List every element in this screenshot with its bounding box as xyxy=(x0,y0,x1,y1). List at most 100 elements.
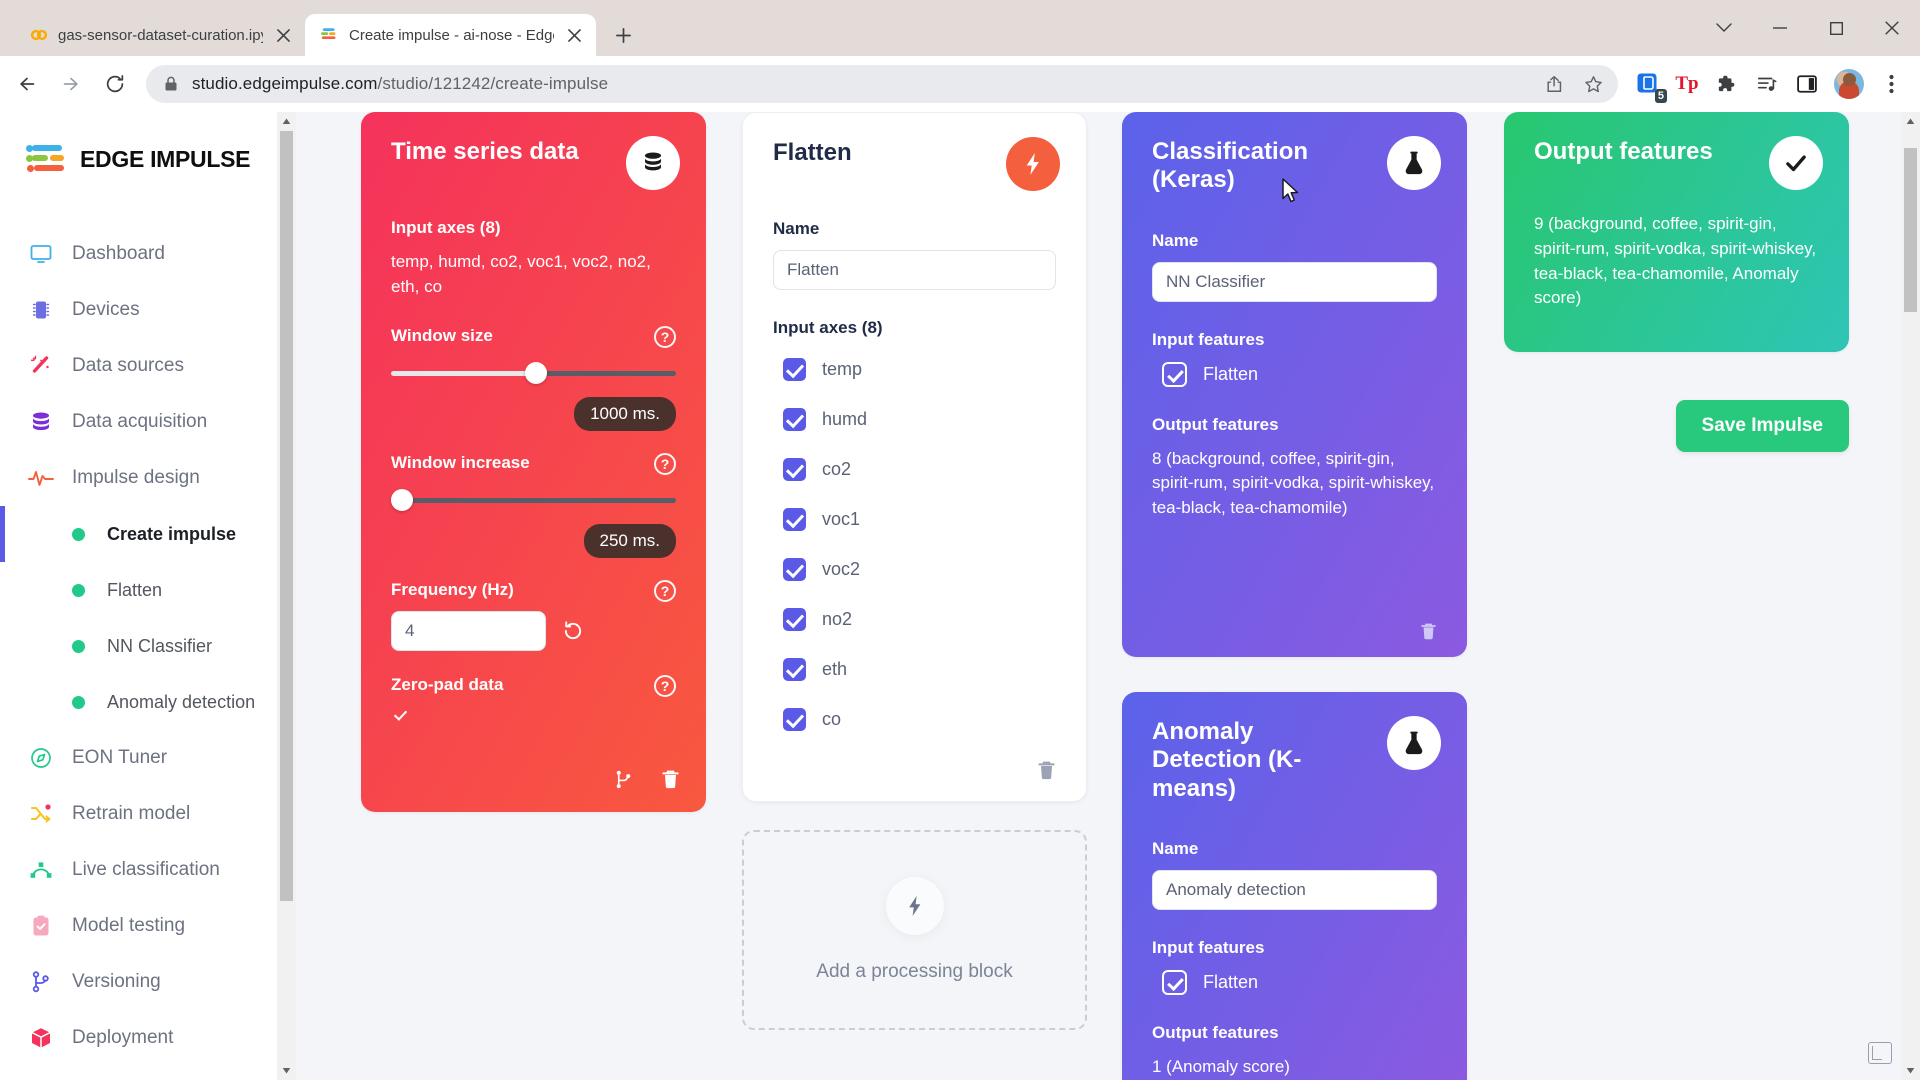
bookmark-star-icon[interactable] xyxy=(1574,65,1612,103)
scroll-down-icon[interactable] xyxy=(277,1061,296,1080)
save-impulse-button[interactable]: Save Impulse xyxy=(1676,400,1849,452)
reload-icon[interactable] xyxy=(94,63,136,105)
page-scrollbar-thumb[interactable] xyxy=(1904,148,1917,312)
frequency-input[interactable] xyxy=(391,611,546,651)
axis-checkbox[interactable] xyxy=(783,608,806,631)
browser-tab-2[interactable]: Create impulse - ai-nose - Edge I xyxy=(305,14,596,56)
browser-tab-1[interactable]: gas-sensor-dataset-curation.ipyn xyxy=(14,14,305,56)
back-icon[interactable] xyxy=(6,63,48,105)
sidebar-subitem-label: Anomaly detection xyxy=(107,692,255,713)
notebook-extension-icon[interactable]: 5 xyxy=(1628,65,1666,103)
chrome-menu-icon[interactable] xyxy=(1872,65,1910,103)
slider-knob[interactable] xyxy=(525,362,547,384)
profile-avatar[interactable] xyxy=(1834,69,1864,99)
sidebar-scrollbar-thumb[interactable] xyxy=(280,131,293,901)
sidebar-item-label: Versioning xyxy=(72,971,161,993)
classification-learn-block[interactable]: Classification (Keras) Name Input featur… xyxy=(1122,112,1467,657)
window-size-value: 1000 ms. xyxy=(574,397,676,431)
trash-icon[interactable] xyxy=(1420,622,1437,641)
axis-checkbox-row[interactable]: humd xyxy=(783,394,1056,444)
sidebar-item-devices[interactable]: Devices xyxy=(0,282,296,338)
axis-checkbox[interactable] xyxy=(783,708,806,731)
sidebar-item-data-sources[interactable]: Data sources xyxy=(0,338,296,394)
shuffle-icon xyxy=(28,802,54,826)
tp-extension-icon[interactable]: Tp xyxy=(1668,65,1706,103)
close-icon[interactable] xyxy=(273,25,293,45)
classification-name-input[interactable] xyxy=(1152,262,1437,302)
minimize-icon[interactable] xyxy=(1752,6,1808,50)
sidebar-scrollbar[interactable] xyxy=(277,112,296,1080)
axis-checkbox-row[interactable]: co2 xyxy=(783,444,1056,494)
output-features-label: Output features xyxy=(1152,1023,1437,1043)
sidebar-item-live-classification[interactable]: Live classification xyxy=(0,842,296,898)
trash-icon[interactable] xyxy=(661,769,680,790)
axis-checkbox[interactable] xyxy=(783,658,806,681)
question-mark-icon[interactable]: ? xyxy=(654,580,676,602)
axis-checkbox-row[interactable]: no2 xyxy=(783,594,1056,644)
sidebar-item-create-impulse[interactable]: Create impulse xyxy=(0,506,296,562)
forward-icon[interactable] xyxy=(50,63,92,105)
axis-checkbox[interactable] xyxy=(783,458,806,481)
sidebar-item-model-testing[interactable]: Model testing xyxy=(0,898,296,954)
git-branch-icon[interactable] xyxy=(614,769,633,790)
axis-checkbox-row[interactable]: co xyxy=(783,694,1056,744)
anomaly-name-input[interactable] xyxy=(1152,870,1437,910)
sidebar-item-dashboard[interactable]: Dashboard xyxy=(0,226,296,282)
flatten-processing-block[interactable]: Flatten Name Input axes (8) temp humd xyxy=(742,112,1087,802)
question-mark-icon[interactable]: ? xyxy=(654,675,676,697)
status-dot-icon xyxy=(72,528,85,541)
new-tab-button[interactable] xyxy=(606,18,640,52)
sidebar-item-flatten[interactable]: Flatten xyxy=(0,562,296,618)
question-mark-icon[interactable]: ? xyxy=(654,453,676,475)
sidebar-item-nn-classifier[interactable]: NN Classifier xyxy=(0,618,296,674)
sidebar-item-data-acquisition[interactable]: Data acquisition xyxy=(0,394,296,450)
slider-knob[interactable] xyxy=(391,489,413,511)
axis-checkbox[interactable] xyxy=(783,408,806,431)
sidebar-item-eon-tuner[interactable]: EON Tuner xyxy=(0,730,296,786)
window-size-slider[interactable] xyxy=(391,362,676,384)
axis-checkbox[interactable] xyxy=(783,558,806,581)
input-feature-label: Flatten xyxy=(1203,972,1258,993)
input-feature-checkbox[interactable] xyxy=(1162,362,1187,387)
side-panel-icon[interactable] xyxy=(1788,65,1826,103)
sidebar-item-retrain-model[interactable]: Retrain model xyxy=(0,786,296,842)
scroll-down-icon[interactable] xyxy=(1901,1061,1920,1080)
scroll-up-icon[interactable] xyxy=(1901,112,1920,131)
edge-impulse-logo[interactable]: EDGE IMPULSE xyxy=(0,134,296,174)
sidebar-item-label: Impulse design xyxy=(72,467,200,489)
sidebar-item-deployment[interactable]: Deployment xyxy=(0,1010,296,1066)
axis-checkbox[interactable] xyxy=(783,508,806,531)
input-feature-checkbox[interactable] xyxy=(1162,970,1187,995)
reading-list-icon[interactable] xyxy=(1748,65,1786,103)
refresh-icon[interactable] xyxy=(562,620,584,642)
name-label: Name xyxy=(1152,839,1437,859)
axis-checkbox-row[interactable]: eth xyxy=(783,644,1056,694)
flatten-name-input[interactable] xyxy=(773,250,1056,290)
chip-icon xyxy=(28,298,54,322)
extensions-puzzle-icon[interactable] xyxy=(1708,65,1746,103)
close-icon[interactable] xyxy=(1864,6,1920,50)
axis-checkbox-row[interactable]: voc2 xyxy=(783,544,1056,594)
maximize-icon[interactable] xyxy=(1808,6,1864,50)
question-mark-icon[interactable]: ? xyxy=(654,326,676,348)
axis-checkbox[interactable] xyxy=(783,358,806,381)
devtools-inspect-icon[interactable] xyxy=(1868,1042,1892,1064)
sidebar-item-anomaly-detection[interactable]: Anomaly detection xyxy=(0,674,296,730)
time-series-data-block[interactable]: Time series data Input axes (8) temp, hu… xyxy=(361,112,706,812)
sidebar-subitem-label: NN Classifier xyxy=(107,636,212,657)
close-icon[interactable] xyxy=(564,25,584,45)
address-bar[interactable]: studio.edgeimpulse.com/studio/121242/cre… xyxy=(146,65,1618,103)
anomaly-detection-learn-block[interactable]: Anomaly Detection (K-means) Name Input f… xyxy=(1122,692,1467,1080)
trash-icon[interactable] xyxy=(1037,760,1056,781)
scroll-up-icon[interactable] xyxy=(277,112,296,131)
axis-checkbox-row[interactable]: voc1 xyxy=(783,494,1056,544)
input-axes-label: Input axes (8) xyxy=(773,318,1056,338)
axis-checkbox-row[interactable]: temp xyxy=(783,344,1056,394)
sidebar-item-impulse-design[interactable]: Impulse design xyxy=(0,450,296,506)
window-increase-slider[interactable] xyxy=(391,489,676,511)
add-processing-block[interactable]: Add a processing block xyxy=(742,830,1087,1030)
chevron-down-icon[interactable] xyxy=(1696,6,1752,50)
page-scrollbar[interactable] xyxy=(1901,112,1920,1080)
sidebar-item-versioning[interactable]: Versioning xyxy=(0,954,296,1010)
share-icon[interactable] xyxy=(1536,65,1574,103)
